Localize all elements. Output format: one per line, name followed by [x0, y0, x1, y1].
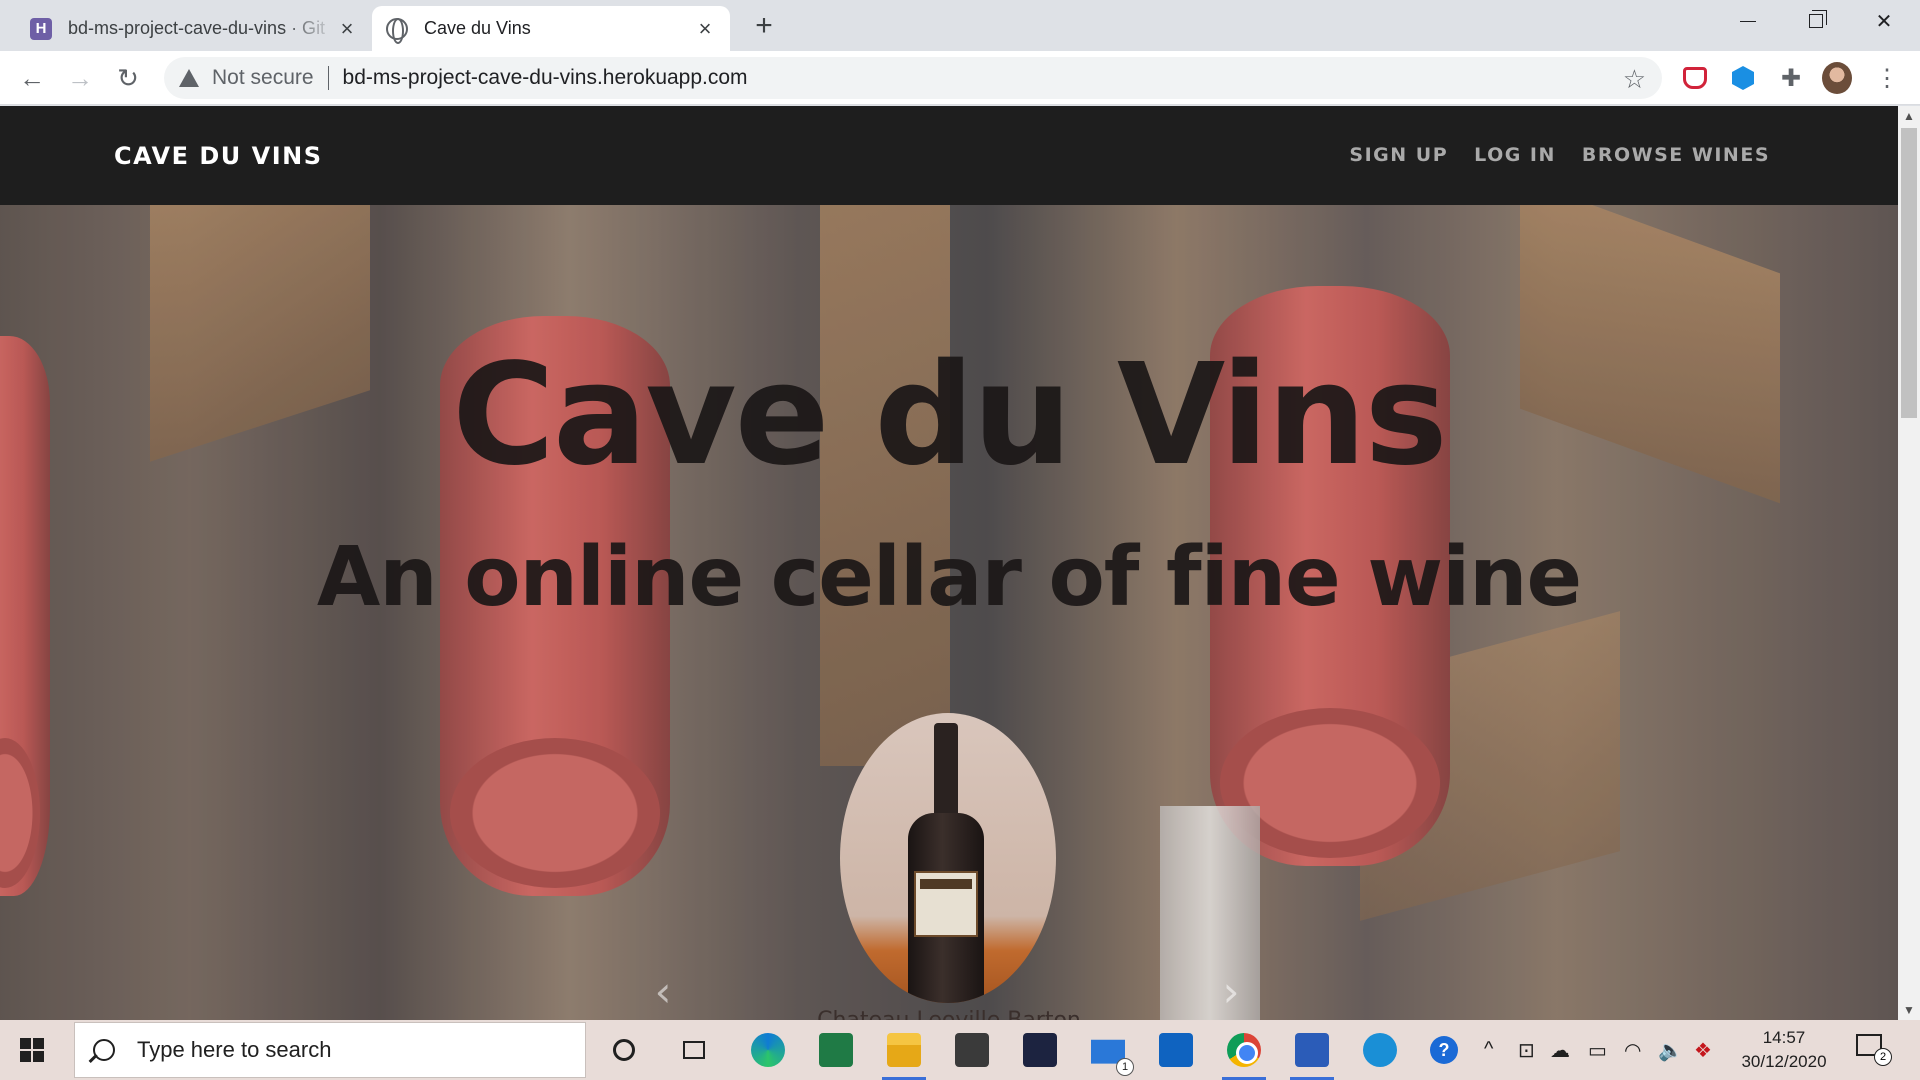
tab-github[interactable]: H bd-ms-project-cave-du-vins · Git × — [16, 6, 372, 51]
outlook-icon[interactable] — [1154, 1028, 1198, 1072]
hex-extension-icon[interactable] — [1728, 63, 1758, 93]
site-brand[interactable]: CAVE DU VINS — [114, 142, 323, 170]
volume-icon[interactable]: 🔈 — [1658, 1038, 1683, 1063]
notification-center-icon[interactable]: 2 — [1856, 1034, 1892, 1066]
close-tab-icon[interactable]: × — [694, 17, 716, 40]
browser-toolbar: ← → ↻ Not secure bd-ms-project-cave-du-v… — [0, 51, 1920, 105]
search-placeholder: Type here to search — [137, 1037, 332, 1062]
tab-title: bd-ms-project-cave-du-vins · Git — [68, 18, 326, 38]
hero-subtitle: An online cellar of fine wine — [316, 530, 1582, 625]
wifi-icon[interactable]: ◠ — [1624, 1038, 1641, 1063]
word-icon[interactable] — [1290, 1028, 1334, 1080]
search-icon — [93, 1039, 115, 1061]
nav-browse-wines[interactable]: BROWSE WINES — [1582, 144, 1770, 166]
nav-sign-up[interactable]: SIGN UP — [1349, 144, 1448, 166]
cortana-icon[interactable] — [602, 1028, 646, 1072]
windows-taskbar: Type here to search 1 ? ^ ⊡ ☁ ▭ ◠ 🔈 ❖ 14… — [0, 1020, 1920, 1080]
back-button[interactable]: ← — [14, 60, 50, 96]
hp-icon[interactable] — [1358, 1028, 1402, 1072]
dropbox-icon[interactable]: ❖ — [1694, 1038, 1712, 1063]
taskbar-search-box[interactable]: Type here to search — [74, 1022, 586, 1078]
forward-button[interactable]: → — [62, 60, 98, 96]
warning-icon[interactable] — [178, 67, 200, 89]
arrow-right-icon: → — [67, 62, 93, 93]
minimize-button[interactable] — [1714, 0, 1782, 42]
taskbar-clock[interactable]: 14:57 30/12/2020 — [1738, 1026, 1830, 1074]
file-explorer-icon[interactable] — [882, 1028, 926, 1080]
chevron-up-icon[interactable]: ^ — [1484, 1038, 1493, 1061]
close-tab-icon[interactable]: × — [336, 17, 358, 40]
pocket-extension-icon[interactable] — [1680, 63, 1710, 93]
page-viewport: CAVE DU VINS SIGN UP LOG IN BROWSE WINES… — [0, 106, 1898, 1020]
restore-button[interactable] — [1782, 0, 1850, 42]
page-scrollbar[interactable]: ▲ ▼ — [1898, 106, 1920, 1020]
help-icon[interactable]: ? — [1430, 1036, 1458, 1064]
battery-icon[interactable]: ▭ — [1588, 1038, 1607, 1063]
mail-icon[interactable]: 1 — [1086, 1028, 1134, 1076]
edge-icon[interactable] — [746, 1028, 790, 1072]
excel-icon[interactable] — [814, 1028, 858, 1072]
url-text[interactable]: bd-ms-project-cave-du-vins.herokuapp.com — [343, 66, 748, 90]
security-label[interactable]: Not secure — [212, 66, 314, 90]
task-view-icon[interactable] — [672, 1028, 716, 1072]
tab-title: Cave du Vins — [424, 18, 531, 38]
extensions-puzzle-icon[interactable]: ✚ — [1776, 63, 1806, 93]
store-icon[interactable] — [950, 1028, 994, 1072]
carousel-wine-image[interactable] — [840, 713, 1056, 1003]
new-tab-button[interactable]: + — [748, 10, 780, 42]
tray-app-icon[interactable]: ⊡ — [1518, 1038, 1535, 1063]
scroll-up-icon[interactable]: ▲ — [1898, 106, 1920, 126]
reload-icon: ↻ — [117, 62, 139, 93]
carousel-prev-button[interactable]: ‹ — [648, 971, 678, 1013]
site-navbar: CAVE DU VINS SIGN UP LOG IN BROWSE WINES — [0, 106, 1898, 205]
notification-badge: 2 — [1874, 1048, 1892, 1066]
powershell-icon[interactable] — [1018, 1028, 1062, 1072]
carousel-caption: Chateau Leoville Barton — [0, 1008, 1898, 1020]
nav-log-in[interactable]: LOG IN — [1474, 144, 1556, 166]
reload-button[interactable]: ↻ — [110, 60, 146, 96]
profile-avatar[interactable] — [1822, 62, 1852, 94]
globe-icon — [386, 17, 408, 44]
minimize-icon — [1740, 20, 1756, 22]
clock-date: 30/12/2020 — [1741, 1052, 1827, 1071]
kebab-menu-icon[interactable]: ⋮ — [1872, 63, 1902, 93]
windows-start-icon[interactable] — [20, 1038, 44, 1062]
arrow-left-icon: ← — [19, 62, 45, 93]
mail-badge: 1 — [1116, 1058, 1134, 1076]
tab-cave-du-vins[interactable]: Cave du Vins × — [372, 6, 730, 51]
wine-bottle — [908, 723, 984, 1003]
scroll-thumb[interactable] — [1901, 128, 1917, 418]
close-window-button[interactable]: ✕ — [1850, 0, 1918, 42]
clock-time: 14:57 — [1762, 1028, 1806, 1047]
restore-icon — [1809, 10, 1827, 28]
heroku-icon: H — [30, 17, 52, 40]
address-bar[interactable]: Not secure bd-ms-project-cave-du-vins.he… — [164, 57, 1662, 99]
nav-links: SIGN UP LOG IN BROWSE WINES — [1349, 144, 1770, 166]
hero-title: Cave du Vins — [452, 334, 1448, 497]
carousel-next-button[interactable]: › — [1216, 971, 1246, 1013]
chrome-icon[interactable] — [1222, 1028, 1266, 1080]
bookmark-star-icon[interactable]: ☆ — [1623, 64, 1646, 95]
divider — [327, 66, 329, 90]
onedrive-cloud-icon[interactable]: ☁ — [1550, 1038, 1570, 1063]
tab-strip: H bd-ms-project-cave-du-vins · Git × Cav… — [0, 0, 1920, 51]
close-icon: ✕ — [1875, 10, 1893, 33]
scroll-down-icon[interactable]: ▼ — [1898, 1000, 1920, 1020]
